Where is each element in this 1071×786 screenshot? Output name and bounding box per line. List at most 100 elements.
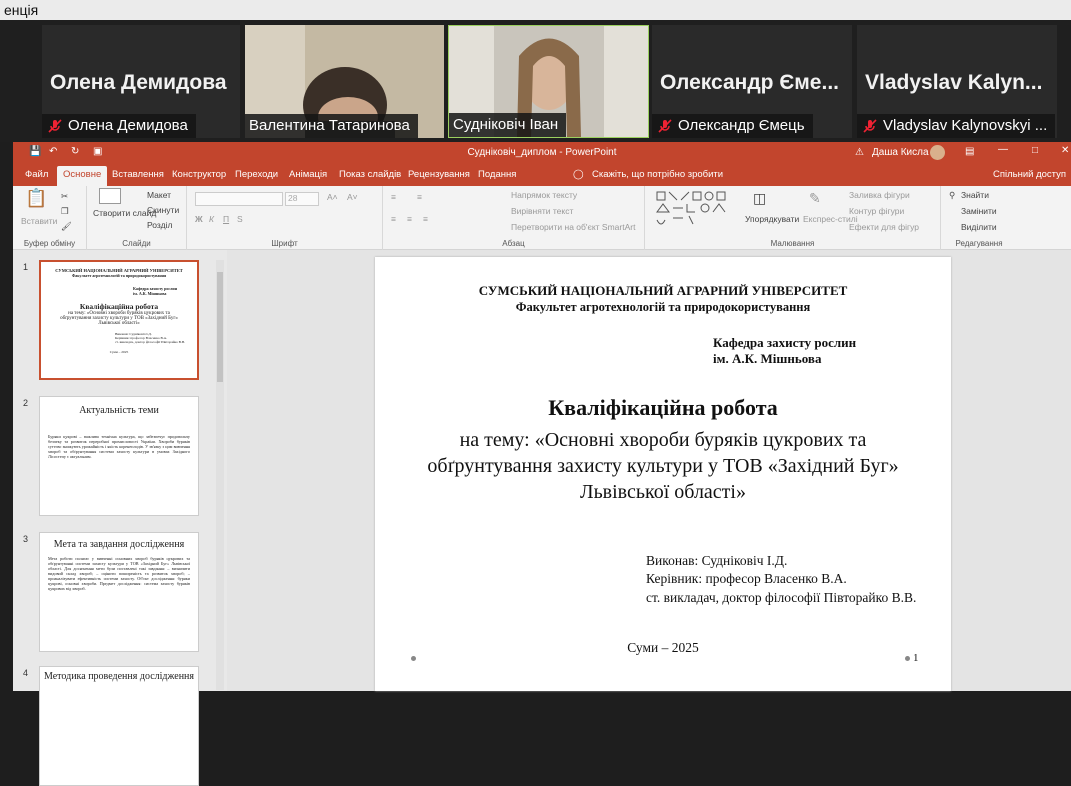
tab-review[interactable]: Рецензування [408, 169, 470, 180]
slide-topic[interactable]: на тему: «Основні хвороби буряків цукров… [375, 429, 951, 452]
slide-supervisor[interactable]: Керівник: професор Власенко В.А. [646, 571, 847, 587]
select-button[interactable]: Виділити [961, 222, 997, 232]
shape-effects-button[interactable]: Ефекти для фігур [849, 222, 919, 232]
find-button[interactable]: Знайти [961, 190, 989, 200]
thumb-text: Буряки цукрові – важлива технічна культу… [48, 434, 190, 459]
search-icon: ⚲ [949, 190, 956, 200]
slide-number: 1 [23, 262, 29, 272]
scrollbar-thumb[interactable] [217, 272, 223, 382]
paste-icon[interactable]: 📋 [25, 188, 47, 209]
warning-icon: ⚠ [855, 147, 864, 158]
editing-group: ⚲ Знайти Замінити Виділити Редагування [941, 186, 1017, 250]
slide-number: 3 [23, 534, 29, 544]
tell-me-search[interactable]: Скажіть, що потрібно зробити [592, 169, 723, 180]
underline-button[interactable]: П [223, 214, 229, 224]
lightbulb-icon: ◯ [573, 169, 584, 180]
participant-name-large: Олена Демидова [50, 71, 227, 94]
slide-teacher[interactable]: ст. викладач, доктор філософії Півторайк… [646, 590, 916, 606]
current-slide[interactable]: СУМСЬКИЙ НАЦІОНАЛЬНИЙ АГРАРНИЙ УНІВЕРСИТ… [375, 257, 951, 691]
align-text-button[interactable]: Вирівняти текст [511, 206, 573, 216]
arrange-button[interactable]: Упорядкувати [745, 214, 799, 224]
powerpoint-window: 💾 ↶ ↻ ▣ Судніковіч_диплом - PowerPoint ⚠… [13, 142, 1071, 786]
slide-department[interactable]: ім. А.К. Мішньова [713, 351, 821, 367]
paragraph-group: ≡ ≡ ≡ ≡ ≡ Напрямок тексту Вирівняти текс… [383, 186, 645, 250]
participant-video-tile[interactable]: Судніковіч Іван [448, 25, 649, 138]
shape-fill-button[interactable]: Заливка фігури [849, 190, 910, 200]
align-center-icon[interactable]: ≡ [407, 214, 412, 224]
tab-file[interactable]: Файл [25, 169, 48, 180]
section-button[interactable]: Розділ [147, 220, 172, 230]
ribbon-tabs: Файл Основне Вставлення Конструктор Пере… [13, 164, 1071, 186]
reset-button[interactable]: Скинути [147, 205, 179, 215]
minimize-icon[interactable]: — [998, 144, 1008, 155]
group-label: Шрифт [271, 239, 298, 248]
quick-styles-icon[interactable]: ✎ [809, 190, 821, 207]
layout-button[interactable]: Макет [147, 190, 171, 200]
close-icon[interactable]: ✕ [1061, 145, 1069, 156]
slide-thumbnails-panel: 1 СУМСЬКИЙ НАЦІОНАЛЬНИЙ АГРАРНИЙ УНІВЕРС… [13, 250, 227, 786]
slide-topic[interactable]: обґрунтування захисту культури у ТОВ «За… [375, 455, 951, 478]
bold-button[interactable]: Ж [195, 214, 203, 224]
maximize-icon[interactable]: □ [1032, 145, 1038, 156]
ribbon-display-icon[interactable]: ▤ [965, 146, 974, 157]
tab-view[interactable]: Подання [478, 169, 516, 180]
slide-city-year[interactable]: Суми – 2025 [375, 640, 951, 656]
font-size-select[interactable]: 28 [285, 192, 319, 206]
thumb-title: Методика проведення дослідження [43, 671, 195, 682]
slide-thumbnail[interactable]: Мета та завдання дослідження Мета роботи… [39, 532, 199, 652]
arrange-icon[interactable]: ◫ [753, 190, 766, 207]
participant-name-large: Vladyslav Kalyn... [865, 71, 1043, 94]
participant-video-tile[interactable]: Валентина Татаринова [245, 25, 444, 138]
slide-faculty[interactable]: Факультет агротехнологій та природокорис… [375, 300, 951, 315]
participant-tile[interactable]: Олена Демидова Олена Демидова [42, 25, 240, 138]
shape-outline-button[interactable]: Контур фігури [849, 206, 904, 216]
slide-department[interactable]: Кафедра захисту рослин [713, 335, 856, 351]
cut-icon[interactable]: ✂ [61, 191, 68, 202]
clipboard-group: 📋 Вставити ✂ ❐ 🖌 Буфер обміну [13, 186, 87, 250]
participant-caption: Валентина Татаринова [245, 114, 418, 138]
participant-tile[interactable]: Vladyslav Kalyn... Vladyslav Kalynovskyi… [857, 25, 1057, 138]
replace-button[interactable]: Замінити [961, 206, 997, 216]
user-name[interactable]: Даша Кисла [872, 147, 929, 158]
slide-thumbnail[interactable]: Методика проведення дослідження [39, 666, 199, 786]
font-name-select[interactable] [195, 192, 283, 206]
smartart-button[interactable]: Перетворити на об'єкт SmartArt [511, 222, 635, 232]
decrease-font-icon[interactable]: A˅ [347, 192, 358, 202]
text-direction-button[interactable]: Напрямок тексту [511, 190, 577, 200]
group-label: Абзац [502, 239, 525, 248]
share-button[interactable]: Спільний доступ [993, 169, 1066, 180]
slide-work-title[interactable]: Кваліфікаційна робота [375, 395, 951, 421]
slide-university[interactable]: СУМСЬКИЙ НАЦІОНАЛЬНИЙ АГРАРНИЙ УНІВЕРСИТ… [375, 283, 951, 299]
conference-window-title: енція [0, 0, 1071, 20]
tab-home[interactable]: Основне [57, 166, 108, 186]
align-right-icon[interactable]: ≡ [423, 214, 428, 224]
strikethrough-button[interactable]: S [237, 214, 243, 224]
shapes-gallery-icon[interactable] [655, 190, 745, 230]
tab-slideshow[interactable]: Показ слайдів [339, 169, 401, 180]
paste-button[interactable]: Вставити [21, 216, 57, 226]
tab-animations[interactable]: Анімація [289, 169, 327, 180]
numbering-icon[interactable]: ≡ [417, 192, 422, 202]
slide-thumbnail[interactable]: СУМСЬКИЙ НАЦІОНАЛЬНИЙ АГРАРНИЙ УНІВЕРСИТ… [39, 260, 199, 380]
thumb-text: Мета роботи полягає у вивченні основних … [48, 556, 190, 591]
slide-topic[interactable]: Львівської області» [375, 481, 951, 504]
participant-caption-text: Олександр Ємець [678, 117, 805, 134]
thumbnails-scrollbar[interactable] [216, 260, 224, 690]
bullets-icon[interactable]: ≡ [391, 192, 396, 202]
slide-author[interactable]: Виконав: Судніковіч І.Д. [646, 553, 787, 569]
tab-insert[interactable]: Вставлення [112, 169, 164, 180]
participant-caption-text: Судніковіч Іван [453, 116, 559, 133]
muted-mic-icon [656, 117, 674, 135]
muted-mic-icon [861, 117, 879, 135]
format-painter-icon[interactable]: 🖌 [61, 221, 72, 232]
tab-transitions[interactable]: Переходи [235, 169, 278, 180]
increase-font-icon[interactable]: A˄ [327, 192, 338, 202]
copy-icon[interactable]: ❐ [61, 206, 69, 217]
italic-button[interactable]: К [209, 214, 214, 224]
slide-thumbnail[interactable]: Актуальність теми Буряки цукрові – важли… [39, 396, 199, 516]
tab-design[interactable]: Конструктор [172, 169, 226, 180]
align-left-icon[interactable]: ≡ [391, 214, 396, 224]
new-slide-icon[interactable] [99, 188, 121, 204]
avatar[interactable] [930, 145, 945, 160]
participant-tile[interactable]: Олександр Єме... Олександр Ємець [652, 25, 852, 138]
